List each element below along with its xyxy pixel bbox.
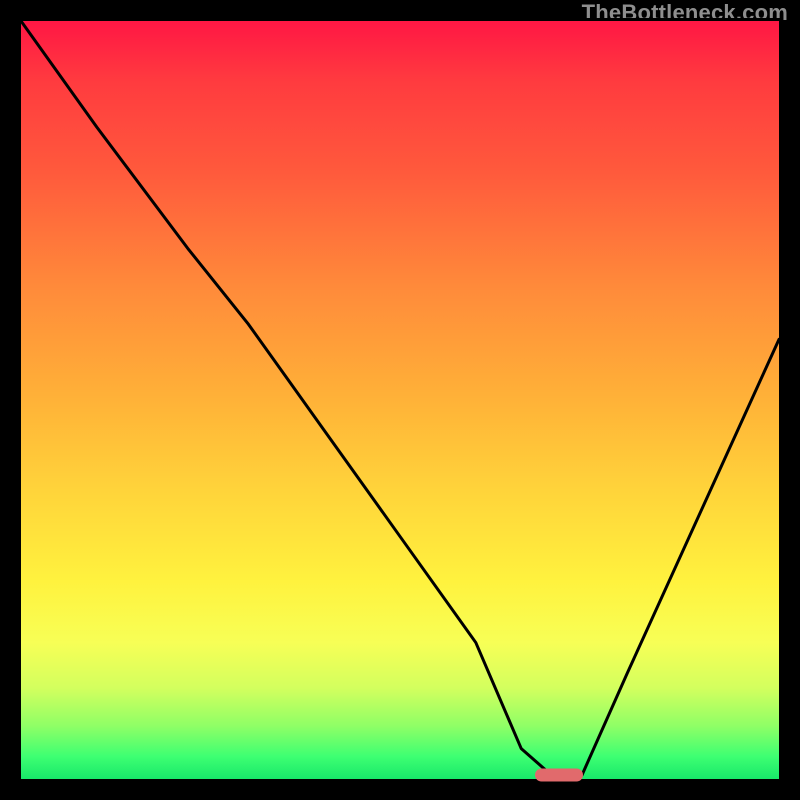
optimal-marker (535, 769, 583, 782)
chart-frame (18, 18, 782, 782)
bottleneck-curve (21, 21, 779, 779)
